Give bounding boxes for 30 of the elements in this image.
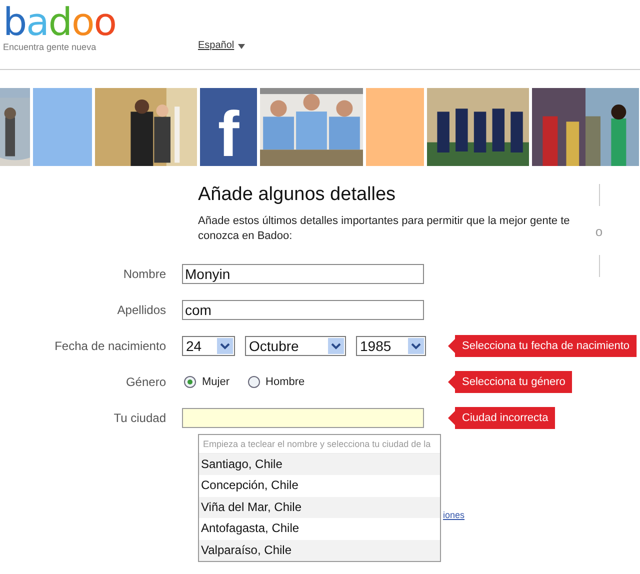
field-label: Apellidos (116, 303, 167, 317)
caret-icon (238, 44, 246, 49)
month-select[interactable]: Octubre (245, 336, 346, 356)
suggestion-item[interactable]: Valparaíso, Chile (199, 540, 440, 561)
field-label: Tu ciudad (112, 411, 167, 425)
city-field[interactable] (182, 408, 424, 428)
year-select[interactable]: 1985 (356, 336, 426, 356)
text-field[interactable]: Monyin (182, 264, 424, 284)
suggestion-item[interactable]: Viña del Mar, Chile (199, 496, 440, 518)
language-link[interactable]: Español (198, 40, 234, 51)
suggestion-item[interactable]: Santiago, Chile (199, 454, 440, 476)
radio-option[interactable]: Hombre (246, 376, 305, 388)
form-description: Añade estos últimos detalles importantes para permitir que la mejor gente te conozca en Badoo: (198, 214, 571, 244)
text-field[interactable]: com (182, 300, 424, 320)
suggestion-item[interactable]: Antofagasta, Chile (199, 518, 440, 540)
separator-text: o (595, 224, 603, 239)
day-select[interactable]: 24 (182, 336, 235, 356)
field-label: Nombre (122, 267, 167, 281)
field-label: Fecha de nacimiento (54, 339, 167, 353)
radio-option[interactable]: Mujer (182, 376, 230, 388)
error-tooltip: Ciudad incorrecta (448, 407, 556, 429)
logo[interactable]: badoo (3, 4, 198, 40)
error-tooltip: Selecciona tu fecha de nacimiento (448, 335, 637, 357)
tagline: Encuentra gente nueva (3, 42, 98, 52)
suggestion-item[interactable]: Concepción, Chile (199, 475, 440, 497)
error-tooltip: Selecciona tu género (448, 371, 572, 393)
facebook-logo[interactable]: f (200, 88, 257, 166)
link[interactable]: iones (443, 510, 465, 520)
field-label: Género (124, 375, 167, 389)
form-title: Añade algunos detalles (198, 184, 397, 206)
